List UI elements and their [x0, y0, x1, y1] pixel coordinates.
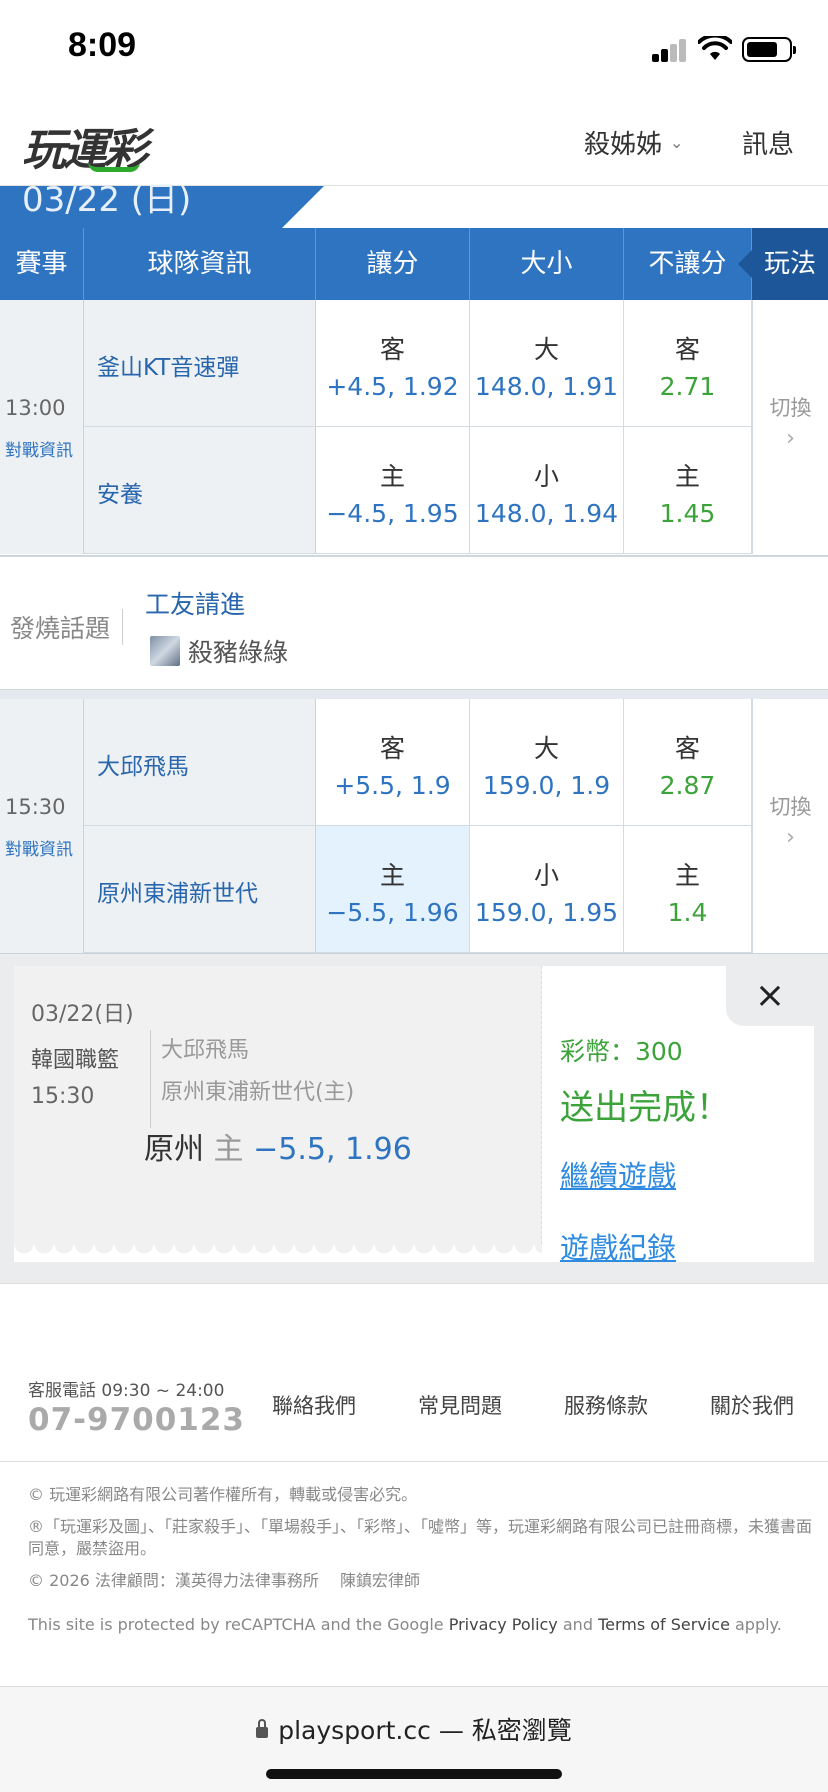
total-over-odds[interactable]: 大 159.0, 1.9	[470, 699, 624, 826]
game-row: 15:30 對戰資訊 大邱飛馬 原州東浦新世代 客 +5.5, 1.9 大 15…	[0, 699, 828, 954]
privacy-policy-link[interactable]: Privacy Policy	[449, 1615, 558, 1634]
bet-slip: 03/22(日) 韓國職籃 15:30 大邱飛馬 原州東浦新世代(主) 原州 主…	[14, 966, 814, 1265]
spread-away-odds[interactable]: 客 +5.5, 1.9	[316, 699, 470, 826]
moneyline-away-odds[interactable]: 客 2.71	[624, 300, 752, 427]
hot-topic-bar: 發燒話題 工友請進 殺豬綠綠	[0, 556, 828, 690]
status-bar: 8:09	[0, 0, 828, 96]
home-indicator[interactable]	[266, 1769, 562, 1779]
play-type-button[interactable]: 玩法	[738, 228, 828, 300]
col-moneyline: 不讓分	[624, 228, 752, 300]
odds-table-header: 賽事 球隊資訊 讓分 大小 不讓分 玩法	[0, 228, 828, 300]
ticket-pick: 原州 主 −5.5, 1.96	[144, 1132, 412, 1167]
status-time: 8:09	[68, 26, 137, 64]
switch-button[interactable]: 切換 ›	[752, 300, 828, 554]
total-under-odds[interactable]: 小 159.0, 1.95	[470, 826, 624, 953]
footer-link-about[interactable]: 關於我們	[710, 1390, 794, 1420]
ticket-league: 韓國職籃	[31, 1048, 120, 1073]
coins-balance: 彩幣：300	[560, 1037, 683, 1066]
footer-contact: 客服電話 09:30 ~ 24:00 07-9700123 聯絡我們 常見問題 …	[0, 1372, 828, 1462]
browser-bar: playsport.cc — 私密瀏覽	[0, 1686, 828, 1792]
moneyline-home-odds[interactable]: 主 1.45	[624, 427, 752, 554]
ticket-teams: 大邱飛馬 原州東浦新世代(主)	[150, 1030, 354, 1128]
user-menu[interactable]: 殺姊姊 ⌄	[584, 124, 683, 161]
ticket-date: 03/22(日)	[31, 1002, 134, 1027]
wifi-icon	[698, 36, 732, 60]
chevron-right-icon: ›	[786, 825, 795, 850]
user-name: 殺姊姊	[584, 130, 663, 160]
team-away: 釜山KT音速彈	[84, 300, 316, 427]
game-time: 15:30	[5, 795, 66, 819]
messages-link[interactable]: 訊息	[742, 124, 794, 161]
spread-home-odds-selected[interactable]: 主 −5.5, 1.96	[316, 826, 470, 953]
service-phone[interactable]: 07-9700123	[28, 1402, 245, 1438]
col-team-info: 球隊資訊	[84, 228, 316, 300]
avatar	[150, 636, 180, 666]
team-home: 安養	[84, 427, 316, 554]
ticket-zigzag-edge	[14, 1244, 542, 1262]
spread-away-odds[interactable]: 客 +4.5, 1.92	[316, 300, 470, 427]
hot-topic-title[interactable]: 工友請進	[145, 585, 245, 621]
hot-topic-label: 發燒話題	[10, 609, 124, 645]
legal-counsel-text: © 2026 法律顧問：漢英得力法律事務所 陳鎮宏律師	[28, 1571, 420, 1590]
cellular-signal-icon	[652, 38, 688, 62]
submit-success-text: 送出完成！	[560, 1088, 730, 1128]
footer-link-faq[interactable]: 常見問題	[418, 1390, 502, 1420]
date-label: 03/22 (日)	[22, 180, 192, 220]
service-hours: 客服電話 09:30 ~ 24:00	[28, 1381, 225, 1401]
date-tab: 03/22 (日)	[0, 180, 828, 228]
col-event: 賽事	[0, 228, 84, 300]
bet-result: 彩幣：300 送出完成！ 繼續遊戲 遊戲紀錄	[560, 1032, 730, 1267]
team-home: 原州東浦新世代	[84, 826, 316, 953]
bet-slip-panel: 03/22(日) 韓國職籃 15:30 大邱飛馬 原州東浦新世代(主) 原州 主…	[0, 954, 828, 1284]
footer-link-contact[interactable]: 聯絡我們	[272, 1390, 356, 1420]
total-under-odds[interactable]: 小 148.0, 1.94	[470, 427, 624, 554]
spread-home-odds[interactable]: 主 −4.5, 1.95	[316, 427, 470, 554]
copyright-text: © 玩運彩網路有限公司著作權所有，轉載或侵害必究。	[28, 1485, 418, 1504]
lock-icon	[256, 1718, 269, 1738]
trademark-text: ®「玩運彩及圖」、「莊家殺手」、「單場殺手」、「彩幣」、「噓幣」等，玩運彩網路有…	[28, 1517, 813, 1558]
game-history-link[interactable]: 遊戲紀錄	[560, 1225, 730, 1267]
matchup-info-link[interactable]: 對戰資訊	[5, 436, 73, 461]
continue-game-link[interactable]: 繼續遊戲	[560, 1153, 730, 1195]
terms-of-service-link[interactable]: Terms of Service	[598, 1615, 730, 1634]
switch-button[interactable]: 切換 ›	[752, 699, 828, 953]
moneyline-home-odds[interactable]: 主 1.4	[624, 826, 752, 953]
total-over-odds[interactable]: 大 148.0, 1.91	[470, 300, 624, 427]
col-spread: 讓分	[316, 228, 470, 300]
col-total: 大小	[470, 228, 624, 300]
game-row: 13:00 對戰資訊 釜山KT音速彈 安養 客 +4.5, 1.92 大 148…	[0, 300, 828, 556]
battery-icon	[742, 37, 796, 62]
moneyline-away-odds[interactable]: 客 2.87	[624, 699, 752, 826]
hot-topic-author[interactable]: 殺豬綠綠	[150, 633, 288, 669]
chevron-down-icon: ⌄	[670, 133, 684, 152]
matchup-info-link[interactable]: 對戰資訊	[5, 835, 73, 860]
game-time: 13:00	[5, 396, 66, 420]
bet-ticket: 03/22(日) 韓國職籃 15:30 大邱飛馬 原州東浦新世代(主) 原州 主…	[14, 966, 542, 1244]
footer-link-terms[interactable]: 服務條款	[564, 1390, 648, 1420]
ticket-time: 15:30	[31, 1084, 95, 1109]
team-away: 大邱飛馬	[84, 699, 316, 826]
close-icon[interactable]: ×	[726, 966, 814, 1026]
url-bar[interactable]: playsport.cc — 私密瀏覽	[0, 1711, 828, 1747]
chevron-right-icon: ›	[786, 426, 795, 451]
recaptcha-notice: This site is protected by reCAPTCHA and …	[28, 1615, 782, 1634]
logo-swoosh-icon	[88, 162, 140, 172]
divider	[0, 690, 828, 699]
